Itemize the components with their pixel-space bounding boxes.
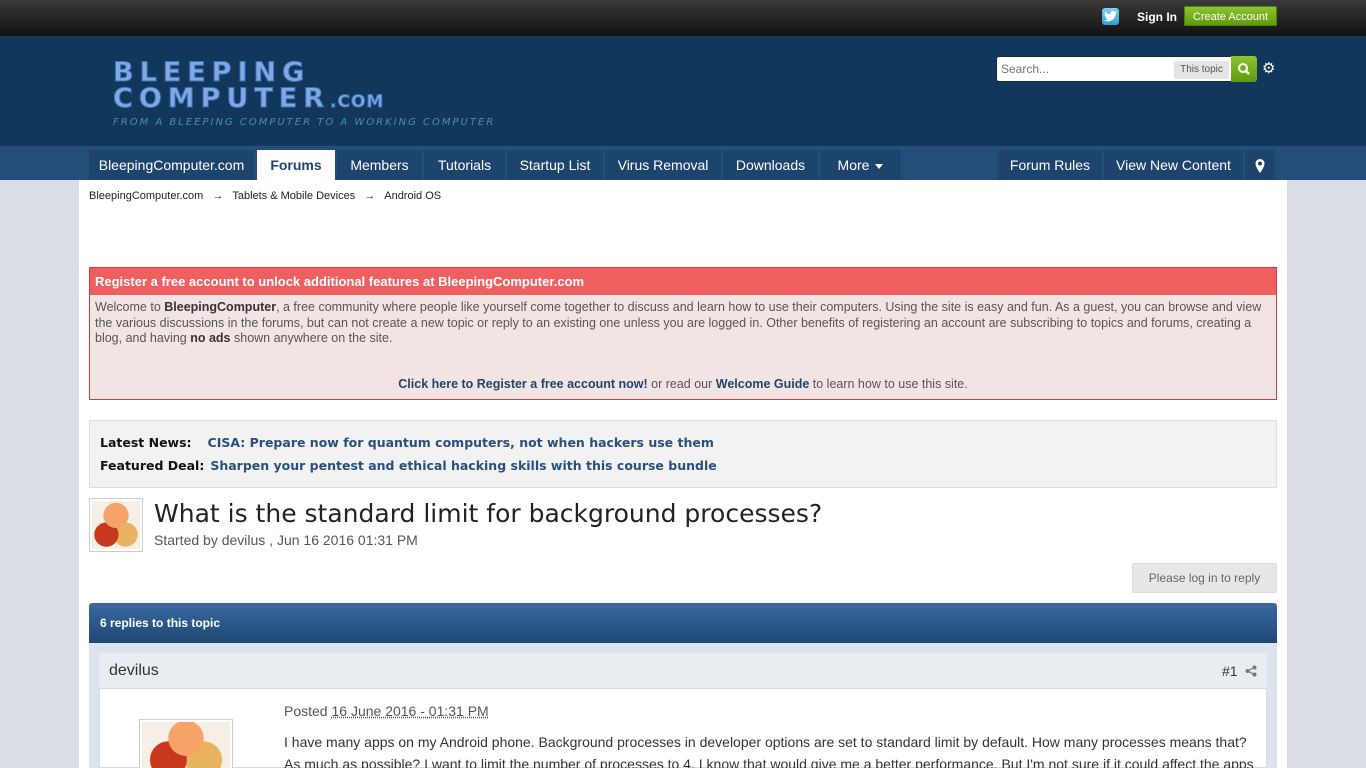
nav-forum-rules[interactable]: Forum Rules xyxy=(998,150,1102,180)
breadcrumb-arrow-icon: → xyxy=(212,190,223,202)
nav-startup-list[interactable]: Startup List xyxy=(507,150,603,180)
post-body: I have many apps on my Android phone. Ba… xyxy=(284,732,1254,768)
site-logo[interactable]: BLEEPING COMPUTER.COM FROM A BLEEPING CO… xyxy=(113,60,495,128)
register-no-ads: no ads xyxy=(190,331,230,345)
post-avatar-image xyxy=(142,722,230,768)
nav-forums[interactable]: Forums xyxy=(257,150,335,180)
news-box: Latest News: CISA: Prepare now for quantu… xyxy=(89,420,1277,488)
logo-tagline: FROM A BLEEPING COMPUTER TO A WORKING CO… xyxy=(113,117,495,128)
nav-members[interactable]: Members xyxy=(337,150,422,180)
nav-more[interactable]: More xyxy=(820,150,901,180)
posted-date-value: 16 June 2016 - 01:31 PM xyxy=(331,703,488,719)
map-pin-icon xyxy=(1255,159,1265,173)
create-account-button[interactable]: Create Account xyxy=(1184,6,1277,26)
avatar[interactable] xyxy=(89,498,143,552)
logo-line-2: COMPUTER.COM xyxy=(113,86,495,115)
breadcrumb-item[interactable]: BleepingComputer.com xyxy=(89,190,203,202)
nav-tutorials[interactable]: Tutorials xyxy=(424,150,505,180)
post-author[interactable]: devilus xyxy=(109,662,159,680)
replies-count-bar: 6 replies to this topic xyxy=(89,603,1277,643)
nav-virus-removal[interactable]: Virus Removal xyxy=(605,150,721,180)
topic-meta: Started by devilus , Jun 16 2016 01:31 P… xyxy=(154,532,418,548)
latest-news-link[interactable]: CISA: Prepare now for quantum computers,… xyxy=(208,435,714,450)
featured-deal-link[interactable]: Sharpen your pentest and ethical hacking… xyxy=(210,458,716,473)
register-text: Welcome to BleepingComputer, a free comm… xyxy=(90,295,1276,347)
nav-location[interactable] xyxy=(1245,150,1275,180)
breadcrumb-arrow-icon: → xyxy=(364,190,375,202)
register-cta: Click here to Register a free account no… xyxy=(90,377,1276,391)
post-number[interactable]: #1 xyxy=(1222,663,1238,679)
share-icon[interactable] xyxy=(1245,665,1257,680)
register-text-part: Welcome to xyxy=(95,300,164,314)
breadcrumb-item[interactable]: Tablets & Mobile Devices xyxy=(232,190,355,202)
register-notice: Register a free account to unlock additi… xyxy=(89,267,1277,400)
gear-icon[interactable]: ⚙ xyxy=(1262,61,1275,76)
post-avatar[interactable] xyxy=(139,719,233,768)
search-scope-toggle[interactable]: This topic xyxy=(1174,61,1229,79)
sign-in-link[interactable]: Sign In xyxy=(1137,10,1177,24)
logo-word: COMPUTER xyxy=(113,83,330,114)
post-header xyxy=(99,653,1267,689)
nav-view-new-content[interactable]: View New Content xyxy=(1104,150,1243,180)
nav-downloads[interactable]: Downloads xyxy=(723,150,818,180)
featured-deal-row: Featured Deal: Sharpen your pentest and e… xyxy=(100,458,717,473)
register-brand: BleepingComputer xyxy=(164,300,276,314)
featured-deal-label: Featured Deal: xyxy=(100,458,204,473)
search-button[interactable] xyxy=(1231,56,1257,82)
twitter-icon[interactable] xyxy=(1102,8,1119,25)
nav-bleepingcomputer[interactable]: BleepingComputer.com xyxy=(89,150,254,180)
register-cta-text: to learn how to use this site. xyxy=(809,377,967,391)
chevron-down-icon xyxy=(875,164,883,169)
avatar-image xyxy=(92,501,140,549)
login-to-reply-button[interactable]: Please log in to reply xyxy=(1132,563,1277,593)
breadcrumb-item[interactable]: Android OS xyxy=(384,190,441,202)
latest-news-row: Latest News: CISA: Prepare now for quantu… xyxy=(100,435,714,450)
register-cta-text: or read our xyxy=(648,377,716,391)
register-text-part: shown anywhere on the site. xyxy=(231,331,393,345)
register-link[interactable]: Click here to Register a free account no… xyxy=(398,377,647,391)
welcome-guide-link[interactable]: Welcome Guide xyxy=(716,377,810,391)
latest-news-label: Latest News: xyxy=(100,435,192,450)
post-date: Posted 16 June 2016 - 01:31 PM xyxy=(284,703,489,719)
register-heading: Register a free account to unlock additi… xyxy=(90,268,1276,295)
logo-com: .COM xyxy=(330,92,384,112)
search-icon xyxy=(1231,56,1257,82)
search-input[interactable] xyxy=(1001,61,1161,77)
nav-more-label: More xyxy=(838,157,870,173)
topic-title: What is the standard limit for backgroun… xyxy=(154,499,822,528)
search-box: This topic xyxy=(996,56,1232,82)
breadcrumb: BleepingComputer.com → Tablets & Mobile De… xyxy=(89,190,441,202)
posted-label: Posted xyxy=(284,703,331,719)
